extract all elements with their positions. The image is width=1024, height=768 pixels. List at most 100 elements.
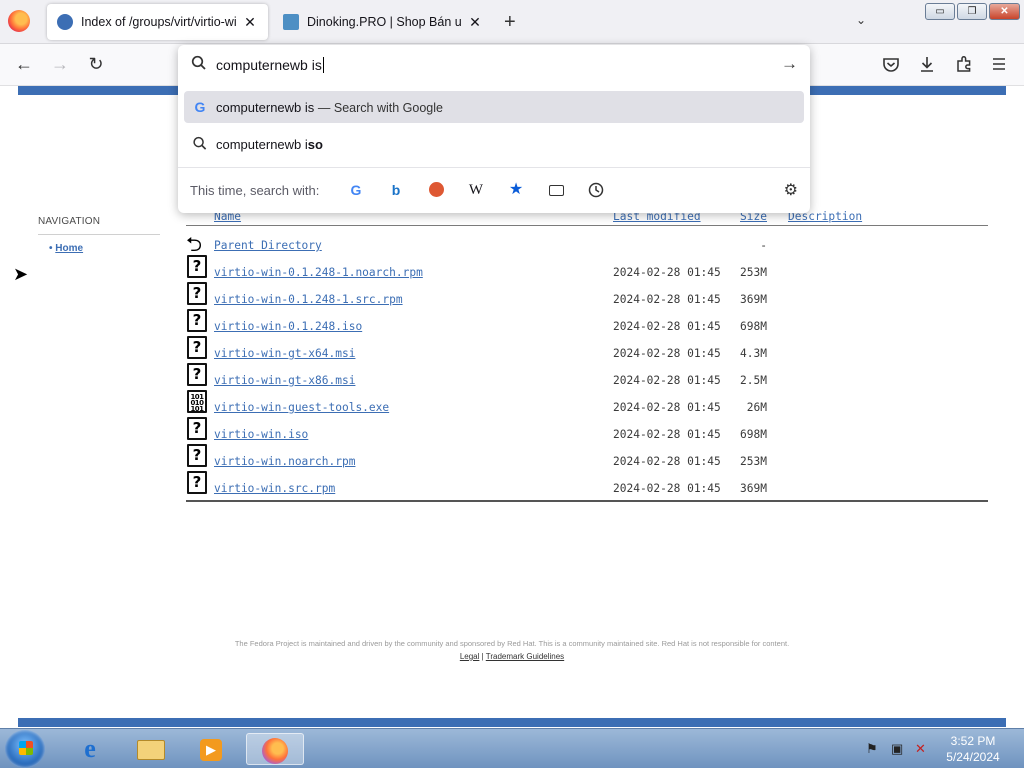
list-all-tabs-icon[interactable]: ⌄ <box>856 13 866 27</box>
network-icon[interactable]: ▣ <box>891 741 903 757</box>
start-button[interactable] <box>5 730 45 768</box>
url-dropdown: computernewb is → G computernewb is — Se… <box>178 45 810 213</box>
unknown-file-icon: ? <box>187 471 207 494</box>
table-row: ? virtio-win.iso 2024-02-28 01:45 698M <box>186 417 988 444</box>
minimize-button[interactable]: ▭ <box>925 3 955 20</box>
restore-button[interactable]: ❐ <box>957 3 987 20</box>
file-link[interactable]: virtio-win.src.rpm <box>214 482 335 495</box>
internet-explorer-icon[interactable]: e <box>72 733 108 765</box>
file-link[interactable]: virtio-win-guest-tools.exe <box>214 401 389 414</box>
volume-muted-icon[interactable]: ✕ <box>915 741 926 757</box>
site-footer: The Fedora Project is maintained and dri… <box>0 639 1024 661</box>
suggestion-action: — Search with Google <box>317 101 443 115</box>
listing-bottom-rule <box>186 500 988 502</box>
file-size: 369M <box>740 482 767 495</box>
go-arrow-icon[interactable]: → <box>781 54 798 74</box>
extensions-icon[interactable] <box>955 55 973 73</box>
firefox-view-icon[interactable] <box>8 10 30 32</box>
file-size: 698M <box>740 428 767 441</box>
close-tab-icon[interactable]: ✕ <box>467 14 483 31</box>
taskbar: e ▶ ⚑ ▣ ✕ 3:52 PM 5/24/2024 <box>0 728 1024 768</box>
file-size: 26M <box>746 401 767 414</box>
system-clock[interactable]: 3:52 PM 5/24/2024 <box>938 733 1008 765</box>
search-icon <box>193 136 207 150</box>
file-modified: 2024-02-28 01:45 <box>613 428 721 441</box>
unknown-file-icon: ? <box>187 444 207 467</box>
footer-notice: The Fedora Project is maintained and dri… <box>234 639 790 648</box>
file-size: 253M <box>740 266 767 279</box>
reload-button[interactable]: ↻ <box>84 54 108 75</box>
unknown-file-icon: ? <box>187 336 207 359</box>
file-link[interactable]: virtio-win.noarch.rpm <box>214 455 355 468</box>
forward-button[interactable]: → <box>48 54 72 75</box>
table-row: 101 010 101 virtio-win-guest-tools.exe 2024-… <box>186 390 988 417</box>
tab-active[interactable]: Index of /groups/virt/virtio-win ✕ <box>47 4 268 40</box>
suggestion-completion: so <box>307 137 323 152</box>
close-window-button[interactable]: ✕ <box>989 3 1020 20</box>
home-link[interactable]: Home <box>55 243 83 254</box>
media-player-icon[interactable]: ▶ <box>193 733 229 765</box>
legal-link[interactable]: Legal <box>460 652 480 661</box>
file-link[interactable]: virtio-win-0.1.248-1.noarch.rpm <box>214 266 423 279</box>
file-modified: 2024-02-28 01:45 <box>613 293 721 306</box>
file-modified: 2024-02-28 01:45 <box>613 482 721 495</box>
file-size: 253M <box>740 455 767 468</box>
search-icon <box>191 55 206 70</box>
windows-logo-icon <box>19 741 33 755</box>
back-button[interactable]: ← <box>12 54 36 75</box>
file-size: - <box>760 239 767 252</box>
file-modified: 2024-02-28 01:45 <box>613 320 721 333</box>
file-modified: 2024-02-28 01:45 <box>613 374 721 387</box>
tab-strip: Index of /groups/virt/virtio-win ✕ Dinok… <box>0 0 1024 44</box>
pocket-icon[interactable] <box>882 56 900 74</box>
clock-date: 5/24/2024 <box>946 750 1000 764</box>
tabs-icon[interactable] <box>546 180 566 200</box>
suggestion-google[interactable]: G computernewb is — Search with Google <box>184 91 804 123</box>
download-icon[interactable] <box>918 55 936 73</box>
unknown-file-icon: ? <box>187 309 207 332</box>
one-off-search-bar: This time, search with: G b W ★ ⚙ <box>178 167 810 213</box>
file-modified: 2024-02-28 01:45 <box>613 347 721 360</box>
text-caret <box>322 57 324 73</box>
google-engine-icon[interactable]: G <box>346 180 366 200</box>
wikipedia-engine-icon[interactable]: W <box>466 180 486 200</box>
file-modified: 2024-02-28 01:45 <box>613 401 721 414</box>
trademark-link[interactable]: Trademark Guidelines <box>486 652 564 661</box>
action-center-flag-icon[interactable]: ⚑ <box>866 741 878 757</box>
footer-links: Legal | Trademark Guidelines <box>0 652 1024 661</box>
table-row: ? virtio-win-gt-x64.msi 2024-02-28 01:45 4.… <box>186 336 988 363</box>
suggestion-search[interactable]: computernewb iso <box>184 128 804 160</box>
url-input[interactable]: computernewb is → <box>178 45 810 85</box>
firefox-taskbar-icon[interactable] <box>246 733 304 765</box>
history-icon[interactable] <box>586 180 606 200</box>
file-size: 369M <box>740 293 767 306</box>
table-row: ⮌ Parent Directory - <box>186 228 988 256</box>
parent-directory-link[interactable]: Parent Directory <box>214 239 322 252</box>
tab-dinoking[interactable]: Dinoking.PRO | Shop Bán units ✕ <box>273 4 493 40</box>
new-tab-button[interactable]: + <box>504 11 516 34</box>
file-size: 2.5M <box>740 374 767 387</box>
file-link[interactable]: virtio-win-0.1.248.iso <box>214 320 362 333</box>
menu-icon[interactable] <box>991 56 1007 72</box>
table-row: ? virtio-win-0.1.248.iso 2024-02-28 01:45 6… <box>186 309 988 336</box>
file-modified: 2024-02-28 01:45 <box>613 455 721 468</box>
duckduckgo-engine-icon[interactable] <box>426 180 446 200</box>
file-link[interactable]: virtio-win-gt-x86.msi <box>214 374 355 387</box>
table-row: ? virtio-win.src.rpm 2024-02-28 01:45 369M <box>186 471 988 498</box>
unknown-file-icon: ? <box>187 255 207 278</box>
sidebar-heading: NAVIGATION <box>38 216 160 235</box>
file-link[interactable]: virtio-win-gt-x64.msi <box>214 347 355 360</box>
clock-time: 3:52 PM <box>950 734 996 748</box>
dinoking-favicon-icon <box>283 14 299 30</box>
bookmarks-icon[interactable]: ★ <box>506 180 526 200</box>
binary-file-icon: 101 010 101 <box>187 390 207 413</box>
file-size: 698M <box>740 320 767 333</box>
file-link[interactable]: virtio-win-0.1.248-1.src.rpm <box>214 293 403 306</box>
file-link[interactable]: virtio-win.iso <box>214 428 308 441</box>
one-off-label: This time, search with: <box>190 183 320 198</box>
close-tab-icon[interactable]: ✕ <box>242 14 258 31</box>
file-explorer-icon[interactable] <box>133 733 169 765</box>
bing-engine-icon[interactable]: b <box>386 180 406 200</box>
mouse-cursor-icon: ➤ <box>13 264 29 284</box>
search-settings-icon[interactable]: ⚙ <box>784 180 798 200</box>
